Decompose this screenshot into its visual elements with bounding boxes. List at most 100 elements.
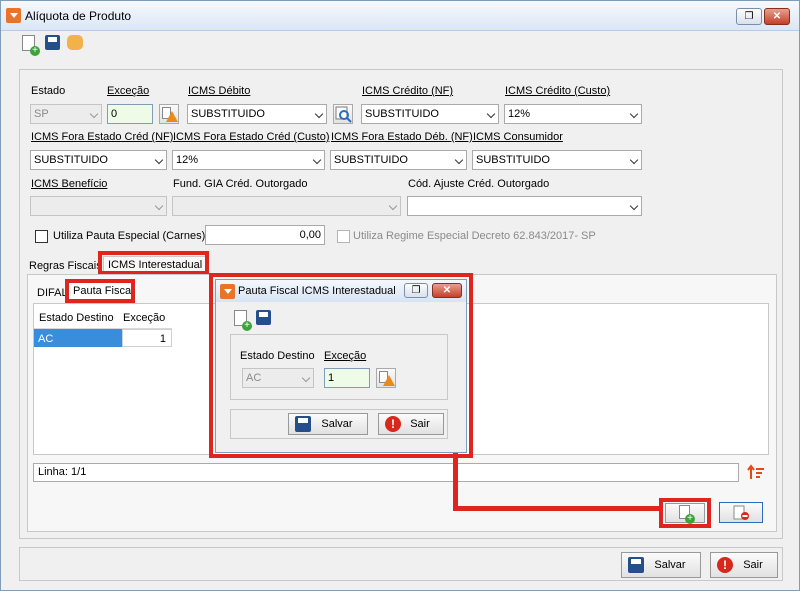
icms-credito-custo-value: 12% [508, 108, 531, 120]
warning-icon [383, 375, 395, 386]
exit-icon [717, 557, 733, 573]
dialog-excecao-label: Exceção [324, 350, 367, 362]
row-excecao: 1 [159, 333, 166, 345]
save-button[interactable]: Salvar [621, 552, 701, 578]
icms-fora-deb-nf-value: SUBSTITUIDO [334, 154, 408, 166]
icms-fora-cred-custo-label: ICMS Fora Estado Créd (Custo) [173, 131, 330, 143]
icms-credito-nf-combo[interactable]: SUBSTITUIDO [361, 104, 499, 124]
new-doc-icon[interactable] [22, 35, 40, 56]
dialog-title: Pauta Fiscal ICMS Interestadual [238, 285, 396, 297]
row-estado: AC [38, 333, 54, 345]
estado-combo[interactable]: SP [30, 104, 102, 124]
estado-value: SP [34, 108, 49, 120]
chevron-down-icon [301, 373, 311, 383]
dialog-form-panel [230, 334, 448, 400]
icms-credito-custo-label: ICMS Crédito (Custo) [505, 85, 611, 97]
icms-fora-cred-custo-combo[interactable]: 12% [172, 150, 325, 170]
exit-button[interactable]: Sair [710, 552, 778, 578]
exit-icon [385, 416, 401, 432]
subtab-pauta-fiscal[interactable]: Pauta Fiscal [69, 283, 138, 299]
search-button[interactable] [333, 104, 353, 124]
cod-ajuste-label: Cód. Ajuste Créd. Outorgado [408, 178, 550, 190]
dialog-excecao-input[interactable]: 1 [324, 368, 370, 388]
pauta-fiscal-dialog: Pauta Fiscal ICMS Interestadual ❐ ✕ Esta… [215, 279, 467, 453]
col-excecao: Exceção [123, 312, 166, 324]
icms-beneficio-combo[interactable] [30, 196, 167, 216]
table-cell-excecao[interactable]: 1 [122, 329, 172, 347]
icms-credito-custo-combo[interactable]: 12% [504, 104, 642, 124]
save-icon[interactable] [45, 35, 60, 50]
icms-fora-deb-nf-label: ICMS Fora Estado Déb. (NF) [331, 131, 473, 143]
handshake-icon[interactable] [67, 35, 83, 50]
icms-fora-cred-nf-label: ICMS Fora Estado Créd (NF) [31, 131, 174, 143]
warning-icon [166, 111, 178, 122]
pauta-especial-checkbox[interactable] [35, 230, 48, 243]
icms-debito-combo[interactable]: SUBSTITUIDO [187, 104, 327, 124]
dialog-new-doc-icon[interactable] [234, 310, 252, 331]
dialog-save-button[interactable]: Salvar [288, 413, 368, 435]
dialog-estado-combo[interactable]: AC [242, 368, 314, 388]
regime-especial-checkbox[interactable] [337, 230, 350, 243]
save-icon [628, 557, 644, 573]
tab-icms-interestadual[interactable]: ICMS Interestadual [103, 256, 208, 273]
chevron-down-icon [388, 201, 398, 211]
title-bar: Alíquota de Produto ❐ ✕ [1, 1, 799, 31]
chevron-down-icon [154, 155, 164, 165]
icms-beneficio-label: ICMS Benefício [31, 178, 108, 190]
col-estado-destino: Estado Destino [39, 312, 114, 324]
fund-gia-combo[interactable] [172, 196, 401, 216]
icms-consumidor-label: ICMS Consumidor [473, 131, 563, 143]
close-button[interactable]: ✕ [764, 8, 790, 25]
chevron-down-icon [629, 109, 639, 119]
chevron-down-icon [629, 201, 639, 211]
grid-header: Estado Destino Exceção [34, 307, 172, 329]
dialog-restore-button[interactable]: ❐ [404, 283, 428, 298]
fund-gia-label: Fund. GIA Créd. Outorgado [173, 178, 308, 190]
dialog-app-icon [220, 284, 235, 299]
add-doc-icon [679, 505, 695, 524]
dialog-exit-button[interactable]: Sair [378, 413, 444, 435]
chevron-down-icon [312, 155, 322, 165]
icms-fora-deb-nf-combo[interactable]: SUBSTITUIDO [330, 150, 467, 170]
icms-credito-nf-label: ICMS Crédito (NF) [362, 85, 454, 97]
remove-doc-icon [733, 505, 749, 520]
pauta-especial-label: Utiliza Pauta Especial (Carnes) [53, 230, 206, 242]
dialog-save-icon[interactable] [256, 310, 271, 325]
app-icon[interactable] [6, 8, 21, 23]
dialog-warning-button[interactable] [376, 368, 396, 388]
search-icon [335, 106, 352, 123]
icms-consumidor-combo[interactable]: SUBSTITUIDO [472, 150, 642, 170]
connector-line-vertical [453, 453, 458, 510]
chevron-down-icon [314, 109, 324, 119]
dialog-title-bar: Pauta Fiscal ICMS Interestadual ❐ ✕ [216, 280, 466, 302]
save-icon [295, 416, 311, 432]
table-row[interactable]: AC [34, 329, 122, 347]
status-line: Linha: 1/1 [33, 463, 739, 482]
cod-ajuste-combo[interactable] [407, 196, 642, 216]
icms-fora-cred-nf-value: SUBSTITUIDO [34, 154, 108, 166]
connector-line-horizontal [453, 506, 663, 511]
pauta-especial-input[interactable]: 0,00 [205, 225, 325, 245]
remove-button[interactable] [719, 502, 763, 523]
icms-consumidor-value: SUBSTITUIDO [476, 154, 550, 166]
dialog-estado-value: AC [246, 372, 262, 384]
icms-fora-cred-nf-combo[interactable]: SUBSTITUIDO [30, 150, 167, 170]
icms-debito-label: ICMS Débito [188, 85, 251, 97]
tab-regras-fiscais[interactable]: Regras Fiscais [25, 258, 106, 274]
excecao-warning-button[interactable] [159, 104, 179, 124]
icms-credito-nf-value: SUBSTITUIDO [365, 108, 439, 120]
dialog-close-button[interactable]: ✕ [432, 283, 462, 298]
restore-button[interactable]: ❐ [736, 8, 762, 25]
sort-icon[interactable] [747, 464, 764, 480]
add-button[interactable] [665, 503, 705, 524]
subtab-difal[interactable]: DIFAL [33, 285, 72, 301]
chevron-down-icon [454, 155, 464, 165]
chevron-down-icon [486, 109, 496, 119]
excecao-input[interactable]: 0 [107, 104, 153, 124]
dialog-estado-label: Estado Destino [240, 350, 315, 362]
chevron-down-icon [629, 155, 639, 165]
sort-glyph [747, 464, 764, 479]
excecao-label: Exceção [107, 85, 150, 97]
estado-label: Estado [31, 85, 66, 97]
window-title: Alíquota de Produto [25, 9, 132, 23]
